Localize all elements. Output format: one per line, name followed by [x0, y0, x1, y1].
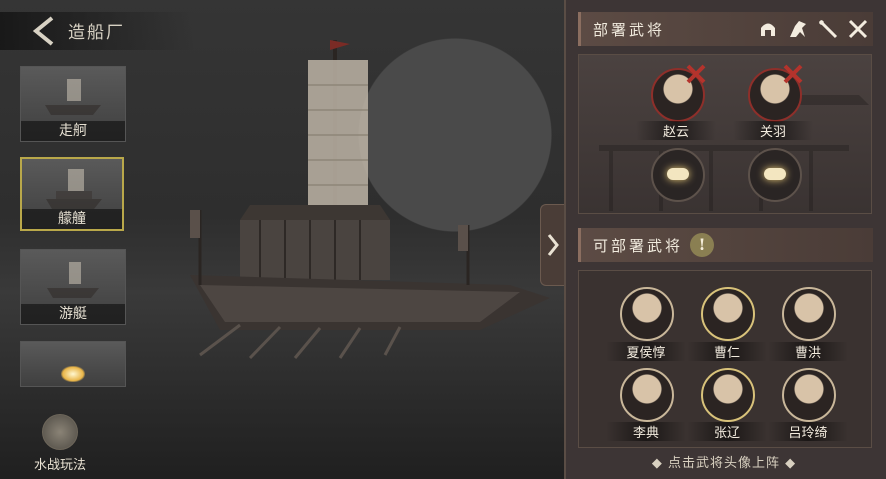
- available-header: 可部署武将: [578, 228, 873, 262]
- horse-icon[interactable]: [787, 18, 809, 40]
- diamond-icon: ◆: [651, 456, 663, 471]
- deploy-hint: ◆ 点击武将头像上阵 ◆: [578, 452, 870, 471]
- ship-label: 艨艟: [22, 209, 122, 229]
- warship-illustration: [190, 40, 550, 360]
- ship-card-zouge[interactable]: 走舸: [20, 66, 126, 142]
- ship-card-youting[interactable]: 游艇: [20, 249, 126, 325]
- deployed-header: 部署武将: [578, 12, 873, 46]
- harbor-backdrop: [599, 95, 869, 211]
- deployed-slots: [578, 54, 872, 214]
- available-title: 可部署武将: [593, 237, 684, 255]
- general-lidian-avatar[interactable]: [620, 368, 674, 422]
- ship-thumbnail: [47, 262, 99, 298]
- general-name: 张辽: [687, 422, 767, 441]
- ship-thumbnail: [45, 79, 101, 115]
- general-name: 曹洪: [768, 342, 848, 361]
- helmet-icon[interactable]: [757, 18, 779, 40]
- glow-icon: [61, 366, 85, 382]
- general-name: 关羽: [733, 121, 813, 140]
- general-name: 赵云: [636, 121, 716, 140]
- remove-x-icon[interactable]: [685, 63, 707, 85]
- general-caoren-avatar[interactable]: [701, 287, 755, 341]
- general-name: 曹仁: [687, 342, 767, 361]
- info-icon[interactable]: !: [690, 233, 714, 257]
- general-name: 李典: [606, 422, 686, 441]
- ship-label: 走舸: [21, 121, 125, 141]
- back-arrow-icon[interactable]: [26, 14, 62, 48]
- empty-slot[interactable]: [748, 148, 802, 202]
- blade-icon[interactable]: [817, 18, 839, 40]
- remove-x-icon[interactable]: [782, 63, 804, 85]
- diamond-icon: ◆: [785, 456, 797, 471]
- naval-battle-button[interactable]: 水战玩法: [28, 414, 92, 473]
- hint-text: 点击武将头像上阵: [667, 456, 780, 471]
- ship-label: 游艇: [21, 304, 125, 324]
- chevron-right-icon: [547, 234, 559, 256]
- deployed-title: 部署武将: [593, 21, 666, 39]
- page-title: 造船厂: [68, 23, 125, 43]
- panel-toggle-button[interactable]: [540, 204, 565, 286]
- naval-battle-label: 水战玩法: [33, 458, 86, 473]
- general-name: 夏侯惇: [606, 342, 686, 361]
- general-xiahoudun-avatar[interactable]: [620, 287, 674, 341]
- wave-icon: [42, 414, 78, 450]
- general-name: 吕玲绮: [768, 422, 848, 441]
- ship-card-mengchong[interactable]: 艨艟: [20, 157, 124, 231]
- general-lulingqi-avatar[interactable]: [782, 368, 836, 422]
- general-zhangliao-avatar[interactable]: [701, 368, 755, 422]
- general-caohong-avatar[interactable]: [782, 287, 836, 341]
- crossed-swords-icon[interactable]: [847, 18, 869, 40]
- ship-card-locked[interactable]: [20, 341, 126, 387]
- empty-slot[interactable]: [651, 148, 705, 202]
- ship-thumbnail: [46, 169, 102, 209]
